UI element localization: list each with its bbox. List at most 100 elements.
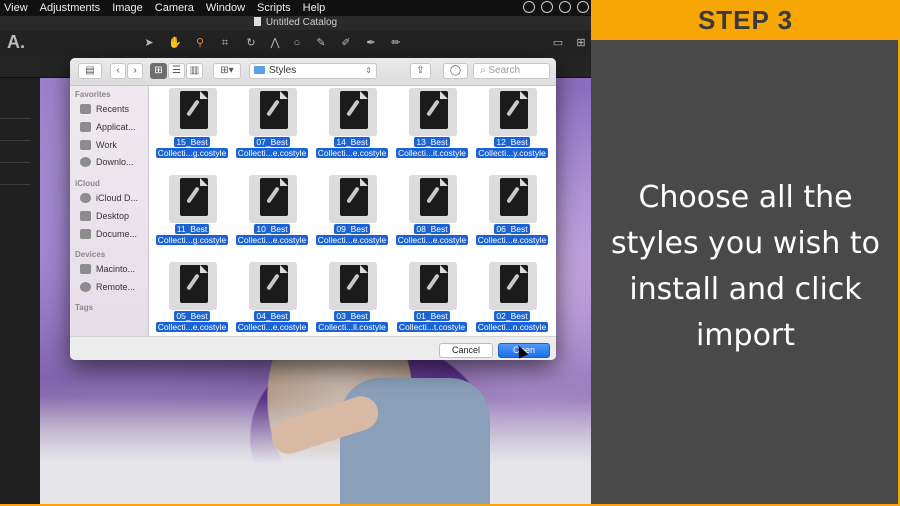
status-icon[interactable] xyxy=(541,1,553,13)
instruction-panel: STEP 3 Choose all the styles you wish to… xyxy=(591,0,900,506)
quill-icon xyxy=(186,99,200,117)
quill-icon xyxy=(426,99,440,117)
panel-divider xyxy=(0,162,30,163)
spot-tool-icon[interactable]: ○ xyxy=(288,36,306,50)
rotate-tool-icon[interactable]: ↻ xyxy=(242,36,260,50)
quill-icon xyxy=(346,273,360,291)
sidebar-item-recents[interactable]: Recents xyxy=(80,104,129,114)
picker-tool-icon[interactable]: ✏ xyxy=(387,36,405,50)
downloads-icon xyxy=(80,157,91,167)
file-item[interactable]: 09_Best Collecti...e.costyle xyxy=(313,175,391,255)
icon-view-icon[interactable]: ⊞ xyxy=(150,63,167,79)
creative-cloud-icon[interactable] xyxy=(559,1,571,13)
menu-help[interactable]: Help xyxy=(297,0,332,16)
file-name-line2: Collecti...e.costyle xyxy=(235,322,309,332)
sidebar-item-downloads[interactable]: Downlo... xyxy=(80,157,134,167)
quill-icon xyxy=(266,99,280,117)
forward-button[interactable]: › xyxy=(127,63,143,79)
file-item[interactable]: 05_Best Collecti...e.costyle xyxy=(153,262,231,342)
zoom-tool-icon[interactable]: ⚲ xyxy=(191,36,209,50)
file-item[interactable]: 01_Best Collecti...t.costyle xyxy=(393,262,471,342)
file-name-line1: 11_Best xyxy=(174,224,210,234)
sidebar-toggle-icon[interactable]: ▤ xyxy=(78,63,102,79)
file-item[interactable]: 15_Best Collecti...g.costyle xyxy=(153,88,231,168)
back-button[interactable]: ‹ xyxy=(110,63,126,79)
app-screenshot: View Adjustments Image Camera Window Scr… xyxy=(0,0,591,506)
gradient-tool-icon[interactable]: ✒ xyxy=(362,36,380,50)
panel-divider xyxy=(0,140,30,141)
search-field[interactable]: ⌕ Search xyxy=(473,63,550,79)
quill-icon xyxy=(186,186,200,204)
arrange-menu-icon[interactable]: ⊞▾ xyxy=(213,63,241,79)
file-item[interactable]: 14_Best Collecti...e.costyle xyxy=(313,88,391,168)
file-item[interactable]: 11_Best Collecti...g.costyle xyxy=(153,175,231,255)
quill-icon xyxy=(266,186,280,204)
search-placeholder: Search xyxy=(488,65,521,76)
file-item[interactable]: 04_Best Collecti...e.costyle xyxy=(233,262,311,342)
step-banner: STEP 3 xyxy=(591,0,900,40)
sidebar-item-macintosh-hd[interactable]: Macinto... xyxy=(80,264,135,274)
file-name-line2: Collecti...it.costyle xyxy=(395,148,469,158)
menu-camera[interactable]: Camera xyxy=(149,0,200,16)
file-item[interactable]: 02_Best Collecti...n.costyle xyxy=(473,262,551,342)
cancel-button[interactable]: Cancel xyxy=(439,343,493,358)
file-item[interactable]: 06_Best Collecti...e.costyle xyxy=(473,175,551,255)
file-name-line2: Collecti...t.costyle xyxy=(396,322,468,332)
quill-icon xyxy=(426,273,440,291)
brush-tool-icon[interactable]: ✎ xyxy=(312,36,330,50)
file-name-line2: Collecti...y.costyle xyxy=(476,148,548,158)
viewer-icon[interactable]: ▭ xyxy=(549,36,567,50)
wifi-icon[interactable] xyxy=(577,1,589,13)
tag-icon[interactable]: ◯ xyxy=(443,63,468,79)
tags-header: Tags xyxy=(75,303,94,312)
costyle-file-icon xyxy=(169,262,217,310)
sidebar-item-documents[interactable]: Docume... xyxy=(80,229,137,239)
sidebar-item-remote-disc[interactable]: Remote... xyxy=(80,282,135,292)
file-name-line1: 09_Best xyxy=(334,224,370,234)
select-tool-icon[interactable]: ➤ xyxy=(140,36,158,50)
menu-view[interactable]: View xyxy=(0,0,34,16)
app-toolbar: A. ➤ ✋ ⚲ ⌗ ↻ ⋀ ○ ✎ ✐ ✒ ✏ ▭ ⊞ xyxy=(0,30,591,56)
menu-scripts[interactable]: Scripts xyxy=(251,0,297,16)
file-item[interactable]: 10_Best Collecti...e.costyle xyxy=(233,175,311,255)
sidebar-item-icloud-drive[interactable]: iCloud D... xyxy=(80,193,138,203)
keystone-tool-icon[interactable]: ⋀ xyxy=(266,36,284,50)
devices-header: Devices xyxy=(75,250,106,259)
grid-view-icon[interactable]: ⊞ xyxy=(572,36,590,50)
app-logo: A. xyxy=(7,32,25,52)
list-view-icon[interactable]: ☰ xyxy=(168,63,185,79)
costyle-file-icon xyxy=(409,262,457,310)
favorites-header: Favorites xyxy=(75,90,111,99)
hard-drive-icon xyxy=(80,264,91,274)
file-item[interactable]: 03_Best Collecti...ll.costyle xyxy=(313,262,391,342)
sidebar-item-work[interactable]: Work xyxy=(80,140,117,150)
file-name-line2: Collecti...e.costyle xyxy=(235,235,309,245)
costyle-file-icon xyxy=(409,175,457,223)
costyle-file-icon xyxy=(329,262,377,310)
share-icon[interactable]: ⇪ xyxy=(410,63,431,79)
sidebar-item-applications[interactable]: Applicat... xyxy=(80,122,136,132)
path-selector[interactable]: Styles ⇕ xyxy=(249,63,377,79)
file-name-line1: 04_Best xyxy=(254,311,290,321)
eraser-tool-icon[interactable]: ✐ xyxy=(337,36,355,50)
path-label: Styles xyxy=(269,65,297,76)
pan-tool-icon[interactable]: ✋ xyxy=(166,36,184,50)
instruction-text: Choose all the styles you wish to instal… xyxy=(611,180,880,353)
file-name-line2: Collecti...e.costyle xyxy=(235,148,309,158)
costyle-file-icon xyxy=(249,88,297,136)
costyle-file-icon xyxy=(249,175,297,223)
document-icon xyxy=(253,17,261,26)
column-view-icon[interactable]: ▥ xyxy=(186,63,203,79)
sidebar-item-desktop[interactable]: Desktop xyxy=(80,211,129,221)
file-item[interactable]: 12_Best Collecti...y.costyle xyxy=(473,88,551,168)
menu-window[interactable]: Window xyxy=(200,0,251,16)
crop-tool-icon[interactable]: ⌗ xyxy=(216,36,234,50)
menu-image[interactable]: Image xyxy=(106,0,149,16)
menu-adjustments[interactable]: Adjustments xyxy=(34,0,107,16)
file-item[interactable]: 07_Best Collecti...e.costyle xyxy=(233,88,311,168)
quill-icon xyxy=(426,186,440,204)
record-icon[interactable] xyxy=(523,1,535,13)
window-titlebar: Untitled Catalog xyxy=(0,16,591,30)
file-item[interactable]: 08_Best Collecti...e.costyle xyxy=(393,175,471,255)
file-item[interactable]: 13_Best Collecti...it.costyle xyxy=(393,88,471,168)
